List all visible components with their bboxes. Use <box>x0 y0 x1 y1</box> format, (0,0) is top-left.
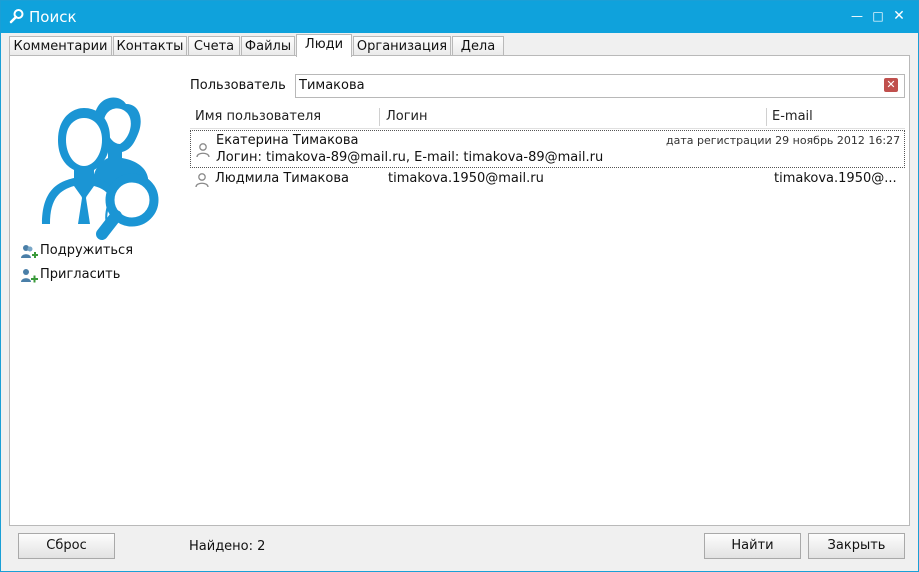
found-count: Найдено: 2 <box>189 539 266 554</box>
tab-organization[interactable]: Организация <box>353 36 451 56</box>
minimize-button[interactable]: — <box>849 7 865 25</box>
find-button[interactable]: Найти <box>704 533 801 559</box>
tab-comments[interactable]: Комментарии <box>9 36 112 56</box>
column-divider[interactable] <box>766 108 767 126</box>
people-panel: Подружиться Пригласить Пользователь Тима… <box>9 55 910 526</box>
results-table: Имя пользователя Логин E-mail Екатерина … <box>190 106 905 516</box>
user-field-label: Пользователь <box>190 78 286 93</box>
reset-button[interactable]: Сброс <box>18 533 115 559</box>
maximize-button[interactable]: □ <box>870 7 886 25</box>
table-row[interactable]: Людмила Тимакова timakova.1950@mail.ru t… <box>190 169 905 189</box>
add-friend-icon <box>21 245 38 258</box>
close-window-button[interactable]: ✕ <box>891 7 907 25</box>
tab-invoices[interactable]: Счета <box>188 36 240 56</box>
column-header-login[interactable]: Логин <box>386 106 428 128</box>
user-icon <box>196 143 210 158</box>
close-button[interactable]: Закрыть <box>808 533 905 559</box>
tab-files[interactable]: Файлы <box>241 36 295 56</box>
column-header-email[interactable]: E-mail <box>772 106 813 128</box>
table-row[interactable]: Екатерина Тимакова дата регистрации 29 н… <box>190 130 905 168</box>
user-name: Людмила Тимакова <box>215 171 349 186</box>
people-search-icon <box>42 97 159 240</box>
tab-contacts[interactable]: Контакты <box>113 36 187 56</box>
user-email: timakova.1950@... <box>774 171 897 186</box>
window-title: Поиск <box>29 8 77 26</box>
title-bar: Поиск — □ ✕ <box>1 1 918 33</box>
search-icon <box>9 9 24 24</box>
user-login: timakova.1950@mail.ru <box>388 171 544 186</box>
registration-date: дата регистрации 29 ноябрь 2012 16:27 <box>666 134 901 147</box>
column-header-username[interactable]: Имя пользователя <box>195 106 321 128</box>
invite-label: Пригласить <box>40 267 121 282</box>
befriend-label: Подружиться <box>40 243 134 258</box>
user-details: Логин: timakova-89@mail.ru, E-mail: tima… <box>216 150 604 165</box>
tab-tasks[interactable]: Дела <box>452 36 504 56</box>
user-icon <box>195 173 209 188</box>
user-name: Екатерина Тимакова <box>216 133 359 148</box>
header-divider <box>190 128 905 129</box>
search-window: Поиск — □ ✕ Комментарии Контакты Счета Ф… <box>0 0 919 572</box>
column-divider[interactable] <box>379 108 380 126</box>
invite-user-icon <box>21 269 38 283</box>
user-search-input[interactable]: Тимакова <box>295 74 905 98</box>
clear-search-button[interactable]: ✕ <box>884 78 898 92</box>
tab-people[interactable]: Люди <box>296 34 352 57</box>
